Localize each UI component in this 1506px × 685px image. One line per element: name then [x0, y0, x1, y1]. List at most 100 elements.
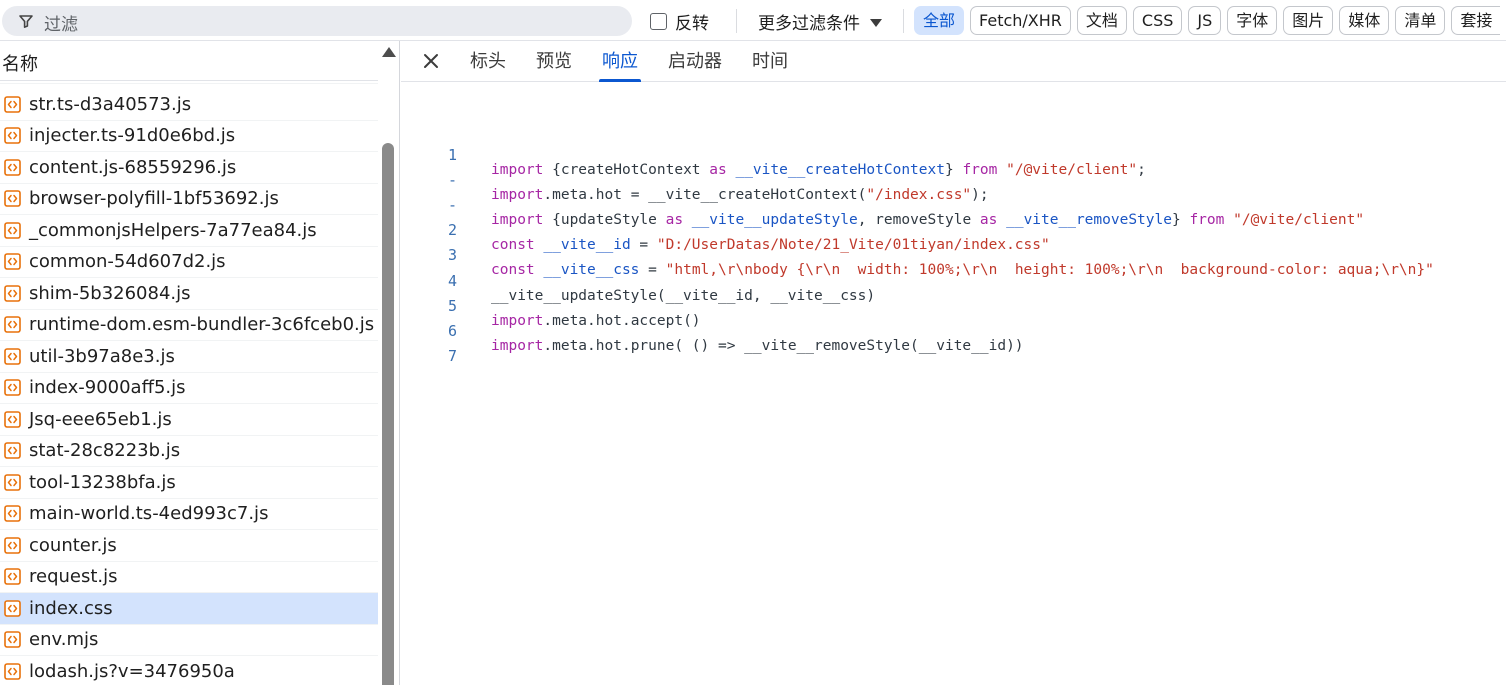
request-name: browser-polyfill-1bf53692.js: [29, 188, 279, 210]
dropdown-caret-icon: [870, 18, 882, 27]
request-name: env.mjs: [29, 629, 99, 651]
request-row[interactable]: shim-5b326084.js: [0, 278, 378, 310]
request-name: main-world.ts-4ed993c7.js: [29, 503, 269, 525]
request-name: tool-13238bfa.js: [29, 471, 176, 493]
chip-media[interactable]: 媒体: [1339, 6, 1390, 35]
request-row[interactable]: lodash.js?v=3476950a: [0, 656, 378, 685]
code-line: 3 const __vite__css = "html,\r\nbody {\r…: [401, 230, 1506, 278]
request-row[interactable]: content.js-68559296.js: [0, 152, 378, 184]
code-line: 6 import.meta.hot.prune( () => __vite__r…: [401, 306, 1506, 354]
script-file-icon: [4, 284, 21, 302]
script-file-icon: [4, 631, 21, 649]
request-name: util-3b97a8e3.js: [29, 345, 175, 367]
request-row[interactable]: str.ts-d3a40573.js: [0, 89, 378, 121]
invert-checkbox-box[interactable]: [650, 13, 667, 30]
request-row[interactable]: main-world.ts-4ed993c7.js: [0, 499, 378, 530]
script-file-icon: [4, 221, 21, 239]
script-file-icon: [4, 95, 21, 113]
chip-font[interactable]: 字体: [1227, 6, 1278, 35]
script-file-icon: [4, 505, 21, 523]
request-row[interactable]: util-3b97a8e3.js: [0, 341, 378, 373]
script-file-icon: [4, 473, 21, 491]
code-line: 2 const __vite__id = "D:/UserDatas/Note/…: [401, 205, 1506, 253]
request-row[interactable]: index-9000aff5.js: [0, 373, 378, 404]
chip-js[interactable]: JS: [1188, 6, 1222, 35]
request-name: Jsq-eee65eb1.js: [29, 408, 172, 430]
funnel-icon: [19, 15, 33, 28]
filter-placeholder: 过滤: [44, 15, 78, 35]
request-row[interactable]: Jsq-eee65eb1.js: [0, 404, 378, 436]
request-row[interactable]: injecter.ts-91d0e6bd.js: [0, 121, 378, 152]
script-file-icon: [4, 253, 21, 271]
chip-fetch-xhr[interactable]: Fetch/XHR: [970, 6, 1071, 35]
code-line: 5 import.meta.hot.accept(): [401, 281, 1506, 329]
request-name: counter.js: [29, 534, 117, 556]
script-file-icon: [4, 316, 21, 334]
resource-type-chips: 全部 Fetch/XHR 文档 CSS JS 字体 图片 媒体 清单 套接: [914, 6, 1501, 35]
more-filters-dropdown[interactable]: 更多过滤条件: [758, 9, 882, 34]
request-name: _commonjsHelpers-7a77ea84.js: [29, 219, 317, 241]
script-file-icon: [4, 599, 21, 617]
chip-all[interactable]: 全部: [914, 6, 965, 35]
request-row[interactable]: env.mjs: [0, 625, 378, 656]
scroll-up-arrow-icon[interactable]: [382, 47, 396, 57]
script-file-icon: [4, 410, 21, 428]
filter-input[interactable]: 过滤: [2, 6, 632, 36]
toolbar-divider: [736, 9, 737, 33]
chip-css[interactable]: CSS: [1132, 6, 1183, 35]
chip-manifest[interactable]: 清单: [1395, 6, 1446, 35]
tab-timing[interactable]: 时间: [752, 41, 788, 82]
detail-tabbar: 标头 预览 响应 启动器 时间: [401, 41, 1506, 82]
code-line: 1 import {createHotContext as __vite__cr…: [401, 130, 1506, 178]
request-name: index-9000aff5.js: [29, 377, 186, 399]
invert-label: 反转: [675, 14, 709, 34]
name-column-label: 名称: [2, 54, 38, 75]
request-name: common-54d607d2.js: [29, 251, 226, 273]
request-row-partial[interactable]: [0, 81, 378, 84]
tab-headers[interactable]: 标头: [470, 41, 506, 82]
tab-response[interactable]: 响应: [599, 41, 641, 82]
line-number: 7: [447, 347, 457, 365]
invert-checkbox[interactable]: 反转: [650, 9, 709, 34]
code-line: 7: [401, 331, 1506, 365]
request-name: str.ts-d3a40573.js: [29, 93, 192, 115]
script-file-icon: [4, 568, 21, 586]
code-line: 4 __vite__updateStyle(__vite__id, __vite…: [401, 256, 1506, 304]
script-file-icon: [4, 536, 21, 554]
scrollbar-thumb[interactable]: [382, 143, 394, 685]
request-name: content.js-68559296.js: [29, 156, 237, 178]
request-name: shim-5b326084.js: [29, 282, 191, 304]
request-list: str.ts-d3a40573.js injecter.ts-91d0e6bd.j…: [0, 81, 378, 685]
request-row[interactable]: runtime-dom.esm-bundler-3c6fceb0.js: [0, 310, 378, 341]
name-column-header[interactable]: 名称: [0, 41, 378, 81]
request-row[interactable]: tool-13238bfa.js: [0, 467, 378, 499]
request-row[interactable]: common-54d607d2.js: [0, 247, 378, 278]
tab-initiator[interactable]: 启动器: [668, 41, 722, 82]
request-list-pane: 名称 str.ts-d3a40573.js injecter.ts-91d0e6b…: [0, 41, 400, 685]
request-row[interactable]: browser-polyfill-1bf53692.js: [0, 184, 378, 215]
chip-img[interactable]: 图片: [1283, 6, 1334, 35]
chip-doc[interactable]: 文档: [1076, 6, 1127, 35]
chip-socket[interactable]: 套接: [1451, 6, 1501, 35]
request-row[interactable]: stat-28c8223b.js: [0, 436, 378, 467]
toolbar-divider: [903, 9, 904, 33]
request-list-scrollbar[interactable]: [378, 41, 400, 685]
response-code-view[interactable]: 1 import {createHotContext as __vite__cr…: [401, 82, 1506, 685]
request-row[interactable]: _commonjsHelpers-7a77ea84.js: [0, 215, 378, 247]
request-row[interactable]: request.js: [0, 562, 378, 593]
code-line: - import {updateStyle as __vite__updateS…: [401, 180, 1506, 228]
script-file-icon: [4, 379, 21, 397]
code-line: - import.meta.hot = __vite__createHotCon…: [401, 155, 1506, 203]
close-icon[interactable]: [421, 51, 441, 71]
request-name: lodash.js?v=3476950a: [29, 660, 235, 682]
request-row[interactable]: index.css: [0, 593, 378, 625]
script-file-icon: [4, 158, 21, 176]
script-file-icon: [4, 442, 21, 460]
request-name: index.css: [29, 597, 113, 619]
request-name: request.js: [29, 566, 118, 588]
request-name: runtime-dom.esm-bundler-3c6fceb0.js: [29, 314, 375, 336]
script-file-icon: [4, 127, 21, 145]
request-row[interactable]: counter.js: [0, 530, 378, 562]
script-file-icon: [4, 662, 21, 680]
tab-preview[interactable]: 预览: [536, 41, 572, 82]
